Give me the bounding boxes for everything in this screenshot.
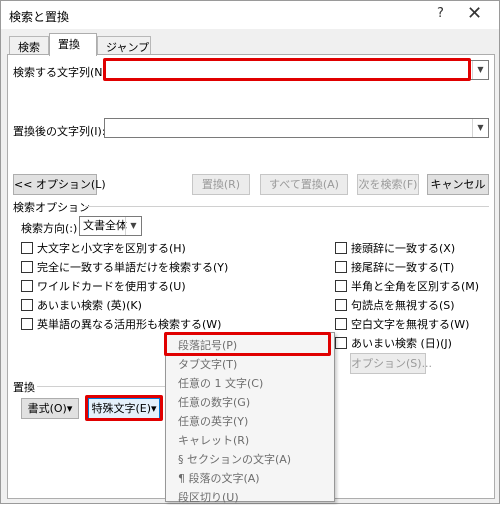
- option-match-suffix[interactable]: 接尾辞に一致する(T): [335, 259, 454, 275]
- option-fuzzy-ja[interactable]: あいまい検索 (日)(J): [335, 335, 452, 351]
- help-icon[interactable]: ?: [437, 6, 444, 21]
- checkbox[interactable]: [335, 318, 347, 330]
- checkbox[interactable]: [335, 280, 347, 292]
- find-input-highlight: [103, 58, 471, 81]
- menu-item-any-character[interactable]: 任意の 1 文字(C): [178, 375, 263, 391]
- find-next-button[interactable]: 次を検索(F): [357, 174, 419, 195]
- menu-item-caret[interactable]: キャレット(R): [178, 432, 249, 448]
- replace-section-title: 置換: [13, 381, 35, 394]
- option-match-prefix[interactable]: 接頭辞に一致する(X): [335, 240, 455, 256]
- menu-item-any-letter[interactable]: 任意の英字(Y): [178, 413, 248, 429]
- find-label: 検索する文字列(N):: [13, 66, 111, 79]
- direction-value: 文書全体: [83, 219, 127, 232]
- menu-item-any-digit[interactable]: 任意の数字(G): [178, 394, 250, 410]
- dialog-title: 検索と置換: [9, 10, 70, 24]
- tab-goto[interactable]: ジャンプ: [97, 36, 151, 55]
- option-sounds-like[interactable]: あいまい検索 (英)(K): [21, 297, 142, 313]
- options-toggle-button[interactable]: << オプション(L): [13, 174, 106, 195]
- checkbox[interactable]: [335, 242, 347, 254]
- menu-item-tab-character[interactable]: タブ文字(T): [178, 356, 237, 372]
- search-options-divider: [85, 206, 489, 207]
- tab-replace[interactable]: 置換: [49, 33, 97, 56]
- option-label: 句読点を無視する(S): [351, 299, 455, 312]
- replace-input[interactable]: ▼: [104, 118, 489, 138]
- option-match-width[interactable]: 半角と全角を区別する(M): [335, 278, 479, 294]
- option-label: あいまい検索 (英)(K): [37, 299, 142, 312]
- option-ignore-punct[interactable]: 句読点を無視する(S): [335, 297, 455, 313]
- format-button[interactable]: 書式(O)▾: [21, 398, 79, 419]
- checkbox[interactable]: [335, 337, 347, 349]
- option-label: 接尾辞に一致する(T): [351, 261, 455, 274]
- checkbox[interactable]: [21, 280, 33, 292]
- checkbox[interactable]: [21, 242, 33, 254]
- checkbox[interactable]: [21, 299, 33, 311]
- close-icon[interactable]: ✕: [467, 3, 482, 24]
- option-label: ワイルドカードを使用する(U): [37, 280, 186, 293]
- checkbox[interactable]: [335, 299, 347, 311]
- chevron-down-icon[interactable]: ▼: [472, 61, 488, 79]
- option-label: 半角と全角を区別する(M): [351, 280, 480, 293]
- special-characters-menu: 段落記号(P) タブ文字(T) 任意の 1 文字(C) 任意の数字(G) 任意の…: [165, 332, 335, 505]
- menu-item-column-break[interactable]: 段区切り(U): [178, 489, 239, 505]
- find-replace-dialog: 検索と置換 ? ✕ 検索 置換 ジャンプ 検索する文字列(N): ▼ 置換後の文…: [0, 0, 500, 504]
- replace-all-button[interactable]: すべて置換(A): [260, 174, 348, 195]
- option-label: 英単語の異なる活用形も検索する(W): [37, 318, 222, 331]
- checkbox[interactable]: [21, 318, 33, 330]
- option-match-case[interactable]: 大文字と小文字を区別する(H): [21, 240, 186, 256]
- special-button-highlight: [85, 395, 163, 421]
- chevron-down-icon[interactable]: ▼: [472, 119, 488, 137]
- search-options-title: 検索オプション: [13, 201, 90, 214]
- menu-item-highlight: [164, 332, 331, 356]
- direction-select[interactable]: 文書全体 ▼: [79, 216, 142, 236]
- replace-section-divider: [37, 386, 165, 387]
- replace-button[interactable]: 置換(R): [192, 174, 250, 195]
- option-label: 空白文字を無視する(W): [351, 318, 470, 331]
- fuzzy-options-button[interactable]: オプション(S)...: [350, 353, 432, 374]
- option-label: 接頭辞に一致する(X): [351, 242, 456, 255]
- chevron-down-icon[interactable]: ▼: [125, 217, 141, 235]
- option-wildcards[interactable]: ワイルドカードを使用する(U): [21, 278, 186, 294]
- checkbox[interactable]: [21, 261, 33, 273]
- tab-find[interactable]: 検索: [9, 36, 49, 55]
- option-ignore-space[interactable]: 空白文字を無視する(W): [335, 316, 469, 332]
- title-bar: 検索と置換 ? ✕: [1, 1, 499, 29]
- option-word-forms[interactable]: 英単語の異なる活用形も検索する(W): [21, 316, 221, 332]
- option-whole-word[interactable]: 完全に一致する単語だけを検索する(Y): [21, 259, 228, 275]
- option-label: あいまい検索 (日)(J): [351, 337, 452, 350]
- option-label: 完全に一致する単語だけを検索する(Y): [37, 261, 229, 274]
- replace-label: 置換後の文字列(I):: [13, 125, 106, 138]
- menu-item-paragraph-character[interactable]: ¶ 段落の文字(A): [178, 470, 260, 486]
- menu-item-section-character[interactable]: § セクションの文字(A): [178, 451, 291, 467]
- cancel-button[interactable]: キャンセル: [427, 174, 489, 195]
- direction-label: 検索方向(:): [21, 222, 78, 235]
- checkbox[interactable]: [335, 261, 347, 273]
- option-label: 大文字と小文字を区別する(H): [37, 242, 186, 255]
